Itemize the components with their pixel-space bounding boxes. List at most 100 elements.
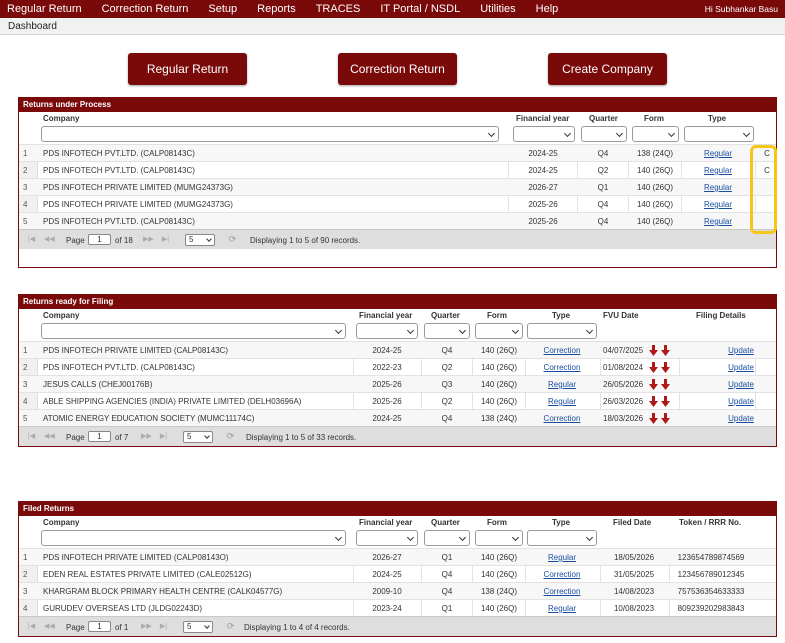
regular-return-button[interactable]: Regular Return	[128, 53, 247, 85]
form-filter-select[interactable]	[632, 126, 679, 142]
type-link[interactable]: Regular	[704, 217, 732, 226]
fy-filter-select[interactable]	[356, 323, 418, 339]
token-cell: 809239202983843	[677, 604, 745, 613]
update-link[interactable]: Update	[728, 397, 754, 406]
type-link[interactable]: Correction	[544, 570, 581, 579]
table-row: 1 PDS INFOTECH PRIVATE LIMITED (CALP08143…	[19, 341, 776, 358]
menu-setup[interactable]: Setup	[198, 3, 247, 15]
type-link[interactable]: Correction	[544, 363, 581, 372]
create-company-button[interactable]: Create Company	[548, 53, 667, 85]
form-cell: 140 (26Q)	[480, 604, 518, 613]
last-page-icon[interactable]: ▶|	[161, 235, 170, 244]
fy-cell: 2026-27	[372, 553, 402, 562]
update-link[interactable]: Update	[728, 414, 754, 423]
page-size-select[interactable]: 5	[183, 621, 213, 633]
download-arrow-icon[interactable]	[661, 362, 670, 373]
fvu-date-cell: 18/03/2026	[603, 414, 644, 423]
col-type: Type	[552, 518, 571, 527]
form-filter-select[interactable]	[475, 530, 523, 546]
refresh-icon[interactable]: ⟳	[225, 621, 236, 632]
next-page-icon[interactable]: ▶▶	[141, 432, 152, 441]
prev-page-icon[interactable]: ◀◀	[44, 235, 55, 244]
last-page-icon[interactable]: ▶|	[159, 622, 168, 631]
col-form: Form	[487, 518, 507, 527]
company-filter-select[interactable]	[41, 126, 499, 142]
quarter-filter-select[interactable]	[581, 126, 627, 142]
type-link[interactable]: Correction	[544, 346, 581, 355]
company-filter-select[interactable]	[41, 530, 346, 546]
last-page-icon[interactable]: ▶|	[159, 432, 168, 441]
form-filter-select[interactable]	[475, 323, 523, 339]
update-link[interactable]: Update	[728, 380, 754, 389]
menu-reports[interactable]: Reports	[247, 3, 306, 15]
menu-help[interactable]: Help	[526, 3, 569, 15]
type-link[interactable]: Regular	[704, 166, 732, 175]
row-number: 1	[23, 346, 28, 355]
first-page-icon[interactable]: |◀	[27, 432, 36, 441]
download-arrow-icon[interactable]	[661, 413, 670, 424]
correction-return-button[interactable]: Correction Return	[338, 53, 457, 85]
next-page-icon[interactable]: ▶▶	[143, 235, 154, 244]
type-link[interactable]: Regular	[548, 553, 576, 562]
quarter-filter-select[interactable]	[424, 323, 470, 339]
quarter-filter-select[interactable]	[424, 530, 470, 546]
fy-cell: 2024-25	[528, 166, 558, 175]
update-link[interactable]: Update	[728, 346, 754, 355]
quarter-cell: Q4	[441, 346, 453, 355]
download-arrow-icon[interactable]	[649, 379, 658, 390]
menu-utilities[interactable]: Utilities	[470, 3, 525, 15]
download-arrow-icon[interactable]	[661, 379, 670, 390]
type-link[interactable]: Regular	[704, 183, 732, 192]
type-link[interactable]: Regular	[548, 397, 576, 406]
first-page-icon[interactable]: |◀	[27, 622, 36, 631]
type-filter-select[interactable]	[527, 323, 597, 339]
table-header: Company Financial year Quarter Form Type…	[19, 309, 776, 322]
company-filter-select[interactable]	[41, 323, 346, 339]
type-link[interactable]: Regular	[548, 604, 576, 613]
page-input[interactable]: 1	[88, 621, 111, 632]
page-size-select[interactable]: 5	[185, 234, 215, 246]
prev-page-icon[interactable]: ◀◀	[44, 432, 55, 441]
col-company: Company	[43, 518, 80, 527]
refresh-icon[interactable]: ⟳	[225, 431, 236, 442]
type-link[interactable]: Regular	[704, 200, 732, 209]
type-link[interactable]: Correction	[544, 414, 581, 423]
next-page-icon[interactable]: ▶▶	[141, 622, 152, 631]
record-summary: Displaying 1 to 4 of 4 records.	[244, 623, 350, 632]
update-link[interactable]: Update	[728, 363, 754, 372]
page-input[interactable]: 1	[88, 234, 111, 245]
record-summary: Displaying 1 to 5 of 90 records.	[250, 236, 361, 245]
user-greeting[interactable]: Hi Subhankar Basu	[705, 4, 778, 14]
download-arrow-icon[interactable]	[649, 362, 658, 373]
fy-filter-select[interactable]	[513, 126, 575, 142]
page-size-select[interactable]: 5	[183, 431, 213, 443]
menu-regular-return[interactable]: Regular Return	[0, 3, 92, 15]
menu-traces[interactable]: TRACES	[306, 3, 371, 15]
prev-page-icon[interactable]: ◀◀	[44, 622, 55, 631]
type-link[interactable]: Regular	[548, 380, 576, 389]
quarter-cell: Q4	[597, 217, 609, 226]
download-arrow-icon[interactable]	[649, 396, 658, 407]
panel-title: Returns under Process	[19, 98, 776, 112]
page-input[interactable]: 1	[88, 431, 111, 442]
fvu-date-cell: 01/08/2024	[603, 363, 644, 372]
pager: |◀ ◀◀ Page 1 of 7 ▶▶ ▶| 5 ⟳ Displaying 1…	[19, 426, 776, 446]
company-cell: JESUS CALLS (CHEJ00176B)	[43, 380, 153, 389]
type-link[interactable]: Correction	[544, 587, 581, 596]
download-arrow-icon[interactable]	[661, 396, 670, 407]
fvu-date-cell: 04/07/2025	[603, 346, 644, 355]
download-arrow-icon[interactable]	[649, 345, 658, 356]
quarter-cell: Q2	[441, 397, 453, 406]
first-page-icon[interactable]: |◀	[27, 235, 36, 244]
menu-it-portal[interactable]: IT Portal / NSDL	[370, 3, 470, 15]
download-arrow-icon[interactable]	[649, 413, 658, 424]
refresh-icon[interactable]: ⟳	[227, 234, 238, 245]
type-filter-select[interactable]	[684, 126, 754, 142]
menu-correction-return[interactable]: Correction Return	[92, 3, 199, 15]
fy-filter-select[interactable]	[356, 530, 418, 546]
type-link[interactable]: Regular	[704, 149, 732, 158]
fvu-date-cell: 26/05/2026	[603, 380, 644, 389]
type-filter-select[interactable]	[527, 530, 597, 546]
download-arrow-icon[interactable]	[661, 345, 670, 356]
returns-under-process-panel: Returns under Process Company Financial …	[18, 97, 777, 268]
